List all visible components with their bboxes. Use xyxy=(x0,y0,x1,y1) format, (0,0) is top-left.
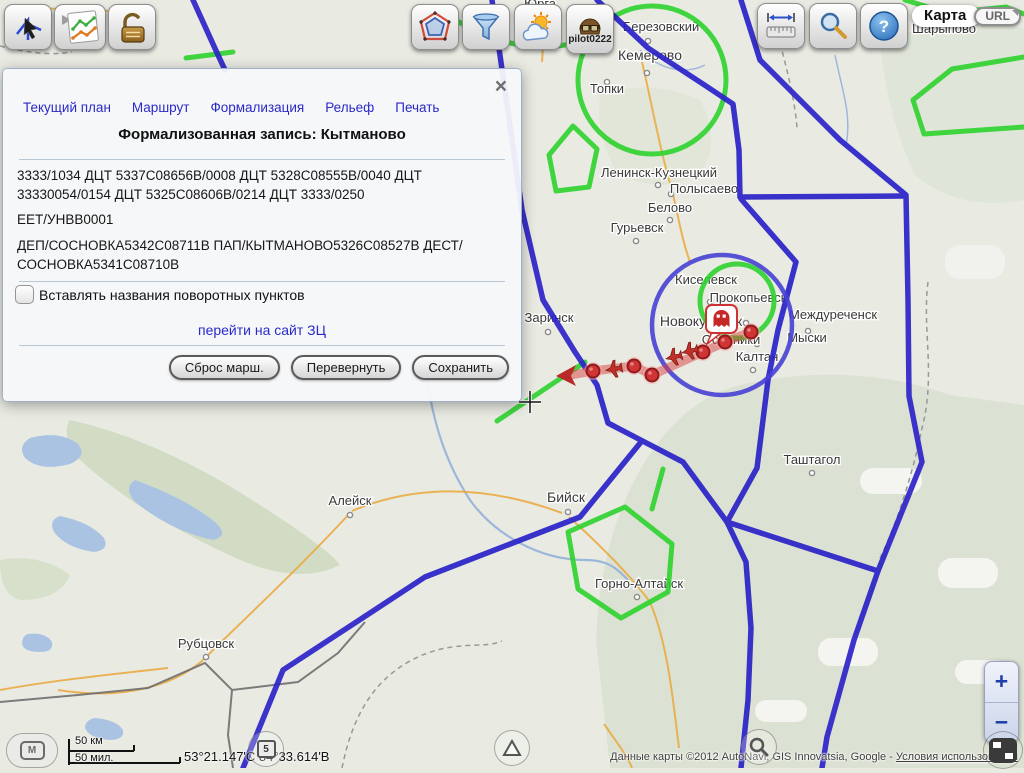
map-attribution: Данные карты ©2012 AutoNavi, GIS Innovat… xyxy=(610,751,1018,763)
city-label: Бийск xyxy=(547,489,586,505)
city-dot xyxy=(565,509,570,514)
fullscreen-icon xyxy=(989,738,1017,763)
city-dot xyxy=(750,367,755,372)
city-label: Гурьевск xyxy=(611,220,664,235)
dep-dest-record-line: ДЕП/СОСНОВКА5342С08711В ПАП/КЫТМАНОВО532… xyxy=(17,236,463,274)
dialog-tabs: Текущий план Маршрут Формализация Рельеф… xyxy=(23,100,439,115)
map-type-control: Карта URL xyxy=(912,5,1021,27)
route-waypoint[interactable] xyxy=(719,336,732,349)
plan-chart-icon xyxy=(59,8,101,46)
divider xyxy=(19,281,505,282)
tab-relief[interactable]: Рельеф xyxy=(325,100,374,115)
legend-book-icon: M xyxy=(20,741,45,760)
city-dot xyxy=(347,512,352,517)
map-search-button[interactable] xyxy=(741,729,777,765)
tab-current-plan[interactable]: Текущий план xyxy=(23,100,111,115)
flight-plan-dialog: × Текущий план Маршрут Формализация Рель… xyxy=(2,68,522,402)
dialog-title: Формализованная запись: Кытманово xyxy=(3,126,521,143)
zoom-in-button[interactable]: + xyxy=(985,662,1018,703)
key-5-icon: 5 xyxy=(257,740,276,758)
legend-button[interactable]: M xyxy=(6,733,58,768)
city-dot xyxy=(634,594,639,599)
pan-up-button[interactable] xyxy=(494,730,530,766)
divider xyxy=(19,345,505,346)
weather-button[interactable] xyxy=(514,4,562,50)
insert-waypoint-names-checkbox[interactable] xyxy=(15,285,34,304)
route-cursor-icon xyxy=(10,9,46,45)
magnifier-icon xyxy=(748,736,770,758)
checkbox-label: Вставлять названия поворотных пунктов xyxy=(39,287,305,303)
weather-sun-cloud-icon xyxy=(520,11,556,43)
city-label: Междуреченск xyxy=(789,307,877,322)
help-question-icon: ? xyxy=(867,9,901,43)
route-waypoint[interactable] xyxy=(628,360,641,373)
route-waypoint[interactable] xyxy=(646,369,659,382)
map-type-button[interactable]: Карта xyxy=(912,5,980,27)
scale-bar: 50 км 50 мил. xyxy=(66,735,196,768)
save-button[interactable]: Сохранить xyxy=(412,355,509,380)
city-dot xyxy=(545,329,550,334)
city-label: Ленинск-Кузнецкий xyxy=(601,165,717,180)
svg-text:?: ? xyxy=(879,17,889,36)
close-icon[interactable]: × xyxy=(495,77,507,97)
city-dot xyxy=(644,70,649,75)
route-waypoint[interactable] xyxy=(745,326,758,339)
waypoint-highlight xyxy=(630,362,634,366)
tab-print[interactable]: Печать xyxy=(395,100,439,115)
city-dot xyxy=(667,217,672,222)
reset-route-button[interactable]: Сброс марш. xyxy=(169,355,280,380)
reverse-route-button[interactable]: Перевернуть xyxy=(291,355,402,380)
share-url-button[interactable]: URL xyxy=(974,7,1021,26)
route-record-line: 3333/1034 ДЦТ 5337С08656В/0008 ДЦТ 5328С… xyxy=(17,166,463,204)
insert-waypoint-names-row: Вставлять названия поворотных пунктов xyxy=(15,285,305,304)
city-dot xyxy=(633,238,638,243)
help-button[interactable]: ? xyxy=(860,3,908,49)
search-icon xyxy=(816,9,850,43)
city-label: Таштагол xyxy=(783,452,840,467)
city-label: Полысаево xyxy=(670,181,738,196)
open-lock-icon xyxy=(113,8,151,46)
city-dot xyxy=(809,470,814,475)
route-waypoint[interactable] xyxy=(587,365,600,378)
hotkey-button[interactable]: 5 xyxy=(248,731,284,767)
eet-record-line: ЕЕТ/УНВВ0001 xyxy=(17,210,463,229)
tab-formalization[interactable]: Формализация xyxy=(210,100,304,115)
pilot-profile-button[interactable]: pilot0222 xyxy=(566,4,614,54)
filter-button[interactable] xyxy=(462,4,510,50)
pilot-username: pilot0222 xyxy=(568,35,611,45)
ghost-icon xyxy=(714,310,730,327)
waypoint-highlight xyxy=(648,371,652,375)
waypoint-highlight xyxy=(699,348,703,352)
divider xyxy=(19,159,505,160)
city-label: Рубцовск xyxy=(178,636,235,651)
city-label: Топки xyxy=(590,81,624,96)
dialog-buttons: Сброс марш. Перевернуть Сохранить xyxy=(169,355,509,380)
zone-polygon-icon xyxy=(417,9,453,45)
city-dot xyxy=(655,182,660,187)
filter-funnel-icon xyxy=(469,10,503,44)
lock-button[interactable] xyxy=(108,4,156,50)
city-dot xyxy=(203,654,208,659)
tab-route[interactable]: Маршрут xyxy=(132,100,190,115)
zc-site-link[interactable]: перейти на сайт ЗЦ xyxy=(3,322,521,338)
zones-button[interactable] xyxy=(411,4,459,50)
waypoint-highlight xyxy=(721,338,725,342)
flight-plan-profile-button[interactable] xyxy=(54,4,106,50)
fullscreen-button[interactable] xyxy=(983,731,1023,769)
measure-button[interactable] xyxy=(757,3,805,49)
triangle-up-icon xyxy=(501,738,523,758)
city-label: Алейск xyxy=(329,493,372,508)
scale-mi-label: 50 мил. xyxy=(75,752,113,764)
city-label: Белово xyxy=(648,200,692,215)
scale-km-label: 50 км xyxy=(75,735,103,747)
waypoint-highlight xyxy=(589,367,593,371)
ruler-measure-icon xyxy=(763,9,799,43)
search-button[interactable] xyxy=(809,3,857,49)
route-edit-tool-button[interactable] xyxy=(4,4,52,50)
waypoint-highlight xyxy=(747,328,751,332)
